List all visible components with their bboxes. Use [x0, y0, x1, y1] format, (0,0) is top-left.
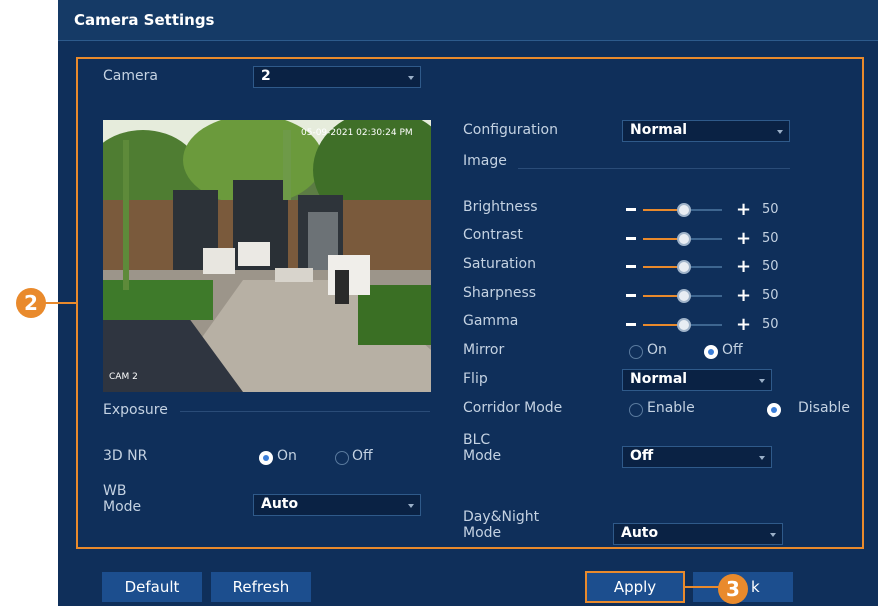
wb-mode-select[interactable]: Auto: [253, 494, 421, 516]
exposure-divider: [180, 411, 430, 412]
minus-icon[interactable]: [626, 265, 636, 268]
wb-mode-label: WB Mode: [103, 483, 141, 515]
apply-callout-badge: 3: [718, 574, 748, 604]
configuration-select[interactable]: Normal: [622, 120, 790, 142]
flip-label: Flip: [463, 371, 488, 387]
default-button[interactable]: Default: [102, 572, 202, 602]
mirror-off-label: Off: [722, 342, 743, 358]
mirror-label: Mirror: [463, 342, 505, 358]
camera-label: Camera: [103, 68, 158, 84]
saturation-label: Saturation: [463, 256, 536, 272]
wb-label-line1: WB: [103, 483, 127, 499]
sharpness-label: Sharpness: [463, 285, 537, 301]
preview-timestamp: 05-09-2021 02:30:24 PM: [301, 128, 413, 138]
nr-off-label: Off: [352, 448, 373, 464]
saturation-value: 50: [762, 259, 779, 274]
corridor-mode-label: Corridor Mode: [463, 400, 563, 416]
gamma-value: 50: [762, 317, 779, 332]
chevron-down-icon: [408, 504, 414, 508]
flip-select[interactable]: Normal: [622, 369, 772, 391]
panel-callout-badge: 2: [16, 288, 46, 318]
minus-icon[interactable]: [626, 294, 636, 297]
preview-image: [103, 120, 431, 392]
blc-mode-label: BLC Mode: [463, 432, 501, 464]
brightness-slider-handle[interactable]: [677, 203, 691, 217]
preview-channel-label: CAM 2: [109, 372, 138, 382]
chevron-down-icon: [408, 76, 414, 80]
exposure-section-label: Exposure: [103, 402, 168, 418]
image-divider: [518, 168, 790, 169]
wb-mode-value: Auto: [261, 496, 299, 512]
daynight-mode-select[interactable]: Auto: [613, 523, 783, 545]
contrast-label: Contrast: [463, 227, 523, 243]
corridor-enable-label: Enable: [647, 400, 695, 416]
corridor-disable-radio[interactable]: [767, 403, 781, 417]
blc-label-line1: BLC: [463, 432, 491, 448]
chevron-down-icon: [759, 456, 765, 460]
nr-on-radio[interactable]: [259, 451, 273, 465]
brightness-label: Brightness: [463, 199, 538, 215]
blc-label-line2: Mode: [463, 448, 502, 464]
panel-callout-line: [44, 302, 78, 304]
nr-label: 3D NR: [103, 448, 148, 464]
corridor-enable-radio[interactable]: [629, 403, 643, 417]
contrast-slider-handle[interactable]: [677, 232, 691, 246]
nr-off-radio[interactable]: [335, 451, 349, 465]
camera-select-value: 2: [261, 68, 271, 84]
chevron-down-icon: [770, 533, 776, 537]
flip-value: Normal: [630, 371, 688, 387]
configuration-label: Configuration: [463, 122, 558, 138]
chevron-down-icon: [759, 379, 765, 383]
minus-icon[interactable]: [626, 237, 636, 240]
gamma-label: Gamma: [463, 313, 519, 329]
daynight-label-line1: Day&Night: [463, 509, 540, 525]
sharpness-slider-handle[interactable]: [677, 289, 691, 303]
daynight-mode-label: Day&Night Mode: [463, 509, 539, 541]
nr-on-label: On: [277, 448, 297, 464]
configuration-value: Normal: [630, 122, 688, 138]
chevron-down-icon: [777, 130, 783, 134]
gamma-slider-handle[interactable]: [677, 318, 691, 332]
apply-callout-line: [685, 586, 721, 588]
plus-icon[interactable]: +: [736, 287, 751, 305]
minus-icon[interactable]: [626, 323, 636, 326]
plus-icon[interactable]: +: [736, 201, 751, 219]
mirror-on-label: On: [647, 342, 667, 358]
camera-select[interactable]: 2: [253, 66, 421, 88]
daynight-label-line2: Mode: [463, 525, 502, 541]
blc-mode-select[interactable]: Off: [622, 446, 772, 468]
saturation-slider-handle[interactable]: [677, 260, 691, 274]
title-bar: Camera Settings: [58, 0, 878, 41]
daynight-mode-value: Auto: [621, 525, 659, 541]
wb-label-line2: Mode: [103, 499, 142, 515]
corridor-disable-label: Disable: [798, 400, 850, 416]
mirror-off-radio[interactable]: [704, 345, 718, 359]
contrast-value: 50: [762, 231, 779, 246]
plus-icon[interactable]: +: [736, 258, 751, 276]
minus-icon[interactable]: [626, 208, 636, 211]
sharpness-value: 50: [762, 288, 779, 303]
plus-icon[interactable]: +: [736, 316, 751, 334]
image-section-label: Image: [463, 153, 507, 169]
mirror-on-radio[interactable]: [629, 345, 643, 359]
camera-preview: 05-09-2021 02:30:24 PM CAM 2: [103, 120, 431, 392]
plus-icon[interactable]: +: [736, 230, 751, 248]
apply-button-highlight: [585, 571, 685, 603]
window-title: Camera Settings: [74, 11, 215, 29]
brightness-value: 50: [762, 202, 779, 217]
blc-mode-value: Off: [630, 448, 654, 464]
refresh-button[interactable]: Refresh: [211, 572, 311, 602]
